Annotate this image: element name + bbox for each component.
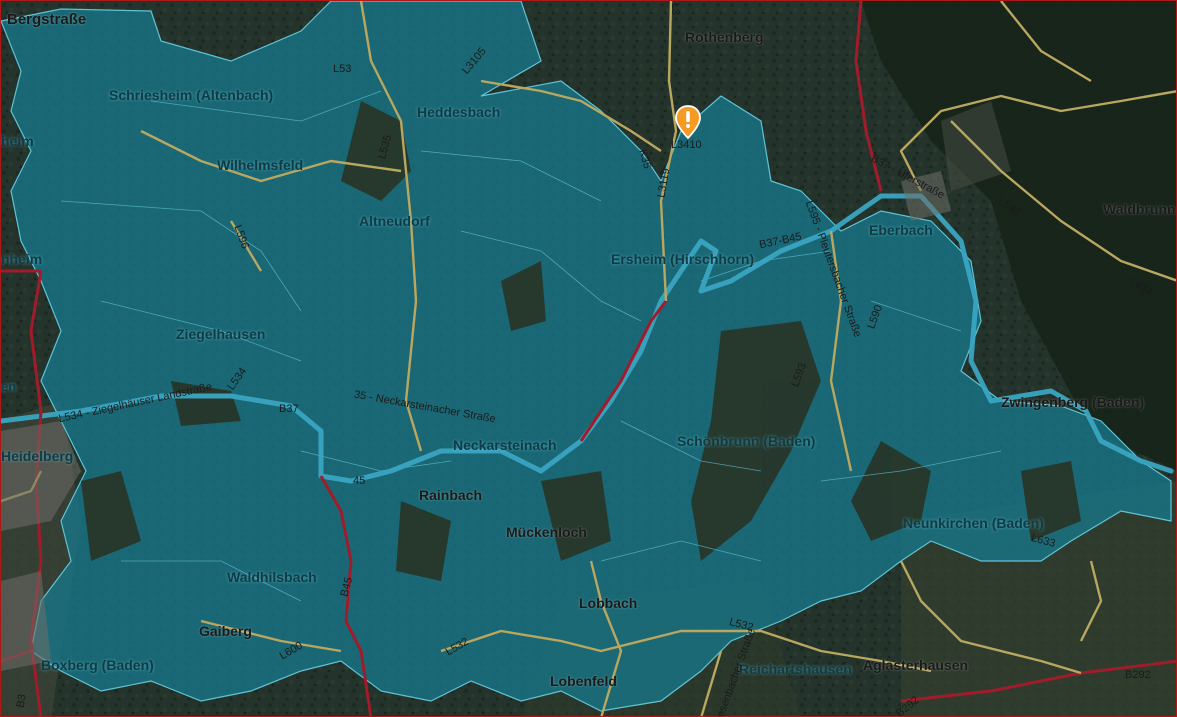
place-label-altneudorf: Altneudorf <box>359 213 430 229</box>
place-label-ersheim: Ersheim (Hirschhorn) <box>611 251 755 267</box>
place-label-eberbach: Eberbach <box>869 222 933 238</box>
place-label-aglasterhausen: Aglasterhausen <box>863 657 969 673</box>
place-label-rothenberg: Rothenberg <box>685 29 764 45</box>
place-label-neunkirchen: Neunkirchen (Baden) <box>903 515 1044 531</box>
place-label-boxberg: Boxberg (Baden) <box>41 657 154 673</box>
road-label-l3-top: L3 <box>669 2 682 16</box>
place-label-waldbrunn: Waldbrunn <box>1103 201 1176 217</box>
warning-exclamation-icon <box>675 105 701 139</box>
place-label-lobbach: Lobbach <box>579 595 638 611</box>
place-label-rainbach: Rainbach <box>419 487 483 503</box>
place-label-heim: heim <box>1 133 34 149</box>
warning-marker[interactable] <box>675 105 701 139</box>
road-label-b292: B292 <box>1125 669 1151 681</box>
place-label-reichartshausen: Reichartshausen <box>739 661 852 677</box>
place-label-lobenfeld: Lobenfeld <box>550 673 617 689</box>
place-label-en: en <box>1 379 17 394</box>
place-label-wilhelmsfeld: Wilhelmsfeld <box>217 157 304 173</box>
place-label-schoenbrunn: Schönbrunn (Baden) <box>677 433 816 449</box>
place-label-nheim: nheim <box>1 251 43 267</box>
place-label-gaiberg: Gaiberg <box>199 623 252 639</box>
place-label-heidelberg: Heidelberg <box>1 448 74 464</box>
place-label-bergstrasse: Bergstraße <box>7 11 87 28</box>
place-label-waldhilsbach: Waldhilsbach <box>227 569 317 585</box>
place-label-mueckenloch: Mückenloch <box>506 524 587 540</box>
road-label-b3: B3 <box>14 693 29 709</box>
map-view[interactable]: Bergstraße Rothenberg Schriesheim (Alten… <box>0 0 1177 717</box>
road-label-b37-left: B37 <box>279 403 299 415</box>
place-label-heddesbach: Heddesbach <box>417 104 501 120</box>
place-label-ziegelhausen: Ziegelhausen <box>176 326 266 342</box>
road-label-l53: L53 <box>333 63 352 75</box>
place-label-schriesheim: Schriesheim (Altenbach) <box>109 87 274 103</box>
road-label-45: 45 <box>353 475 366 487</box>
place-label-zwingenberg: Zwingenberg (Baden) <box>1001 394 1145 410</box>
road-label-l3410: L3410 <box>671 139 702 151</box>
place-label-neckarsteinach: Neckarsteinach <box>453 437 557 453</box>
